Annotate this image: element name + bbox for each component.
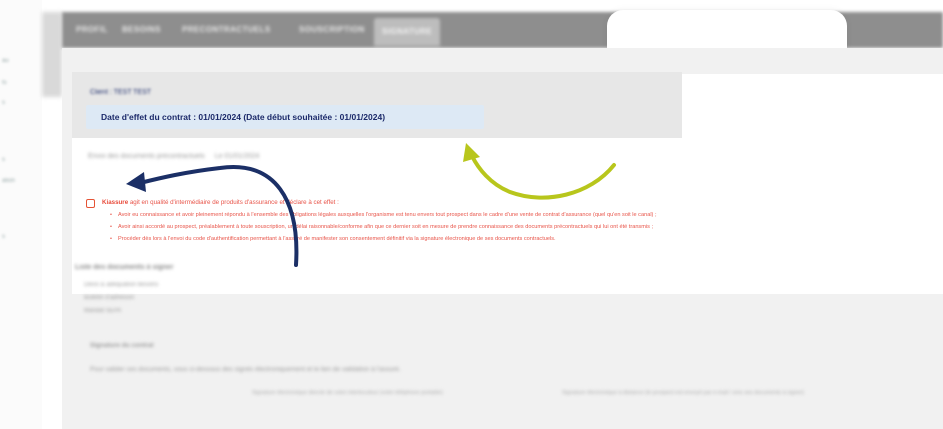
documents-title: Liste des documents à signer xyxy=(75,264,174,271)
envoi-label: Envoi des documents précontractuels xyxy=(88,153,205,160)
consent-intro: agit en qualité d'intermédiaire de produ… xyxy=(128,199,339,206)
envoi-row: Envoi des documents précontractuels Le 0… xyxy=(88,153,259,160)
sidebar-fragment: au xyxy=(2,58,9,64)
consent-heading: Kiassure agit en qualité d'intermédiaire… xyxy=(102,199,339,206)
document-item[interactable]: Mandat SEPA xyxy=(84,308,121,314)
tab-precontractuels[interactable]: PRECONTRACTUELS xyxy=(182,25,271,34)
sidebar-fragment: ation xyxy=(2,178,16,184)
sidebar-fragment: s xyxy=(2,234,5,240)
client-title: Client : TEST TEST xyxy=(90,89,152,96)
effective-date-text: Date d'effet du contrat : 01/01/2024 (Da… xyxy=(101,112,386,122)
consent-bullet: Avoir ainsi accordé au prospect, préalab… xyxy=(110,224,653,230)
document-item[interactable]: Devis & adéquation besoins xyxy=(84,282,158,288)
sidebar-fragment: ts xyxy=(2,80,7,86)
sidebar-fragment: s xyxy=(2,157,5,163)
tab-souscription[interactable]: SOUSCRIPTION xyxy=(299,25,365,34)
signature-title: Signature du contrat xyxy=(90,342,154,349)
tab-besoins[interactable]: BESOINS xyxy=(122,25,161,34)
consent-bullet: Procéder dès lors à l'envoi du code d'au… xyxy=(110,236,556,242)
sidebar-scroll-panel xyxy=(42,12,62,97)
signature-option-direct[interactable]: Signature électronique directe de votre … xyxy=(252,390,443,396)
consent-bullet: Avoir eu connaissance et avoir pleinemen… xyxy=(110,212,657,218)
consent-checkbox[interactable] xyxy=(86,199,95,208)
document-item[interactable]: Bulletin d'adhésion xyxy=(84,295,134,301)
left-sidebar: au ts s s ation s xyxy=(0,0,42,429)
tab-profil[interactable]: PROFIL xyxy=(76,25,108,34)
screen: au ts s s ation s PROFIL BESOINS PRECONT… xyxy=(0,0,943,429)
signature-text: Pour valider ces documents, vous ci-dess… xyxy=(90,366,401,373)
signature-option-remote[interactable]: Signature électronique à distance (le pr… xyxy=(562,390,804,396)
company-name: Kiassure xyxy=(102,199,129,206)
envoi-action[interactable]: Le 01/01/2024 xyxy=(215,153,260,160)
tab-signature[interactable]: SIGNATURE xyxy=(374,18,441,46)
sidebar-fragment: s xyxy=(2,100,5,106)
